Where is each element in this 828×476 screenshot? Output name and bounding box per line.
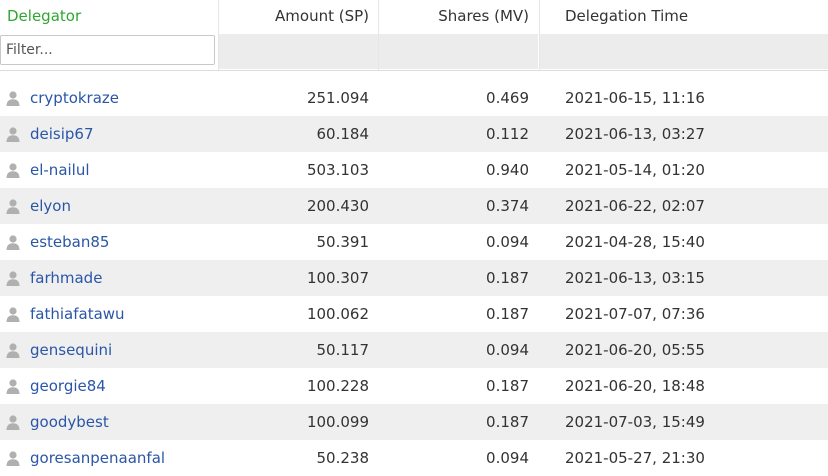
delegator-link[interactable]: farhmade — [30, 260, 102, 296]
delegation-table: Delegator Amount (SP) Shares (MV) Delega… — [0, 0, 828, 471]
amount-value: 100.307 — [306, 269, 369, 287]
filter-row — [0, 33, 828, 70]
amount-value: 100.062 — [306, 305, 369, 323]
amount-value: 100.228 — [306, 377, 369, 395]
user-icon — [6, 199, 20, 214]
delegator-link[interactable]: deisip67 — [30, 116, 94, 152]
shares-value: 0.112 — [486, 125, 529, 143]
table-row: gensequini 50.117 0.094 2021-06-20, 05:5… — [0, 332, 828, 368]
column-divider — [378, 0, 379, 70]
user-icon — [6, 451, 20, 466]
column-header-time[interactable]: Delegation Time — [565, 0, 688, 33]
shares-value: 0.187 — [486, 269, 529, 287]
table-row: farhmade 100.307 0.187 2021-06-13, 03:15 — [0, 260, 828, 296]
delegation-time: 2021-06-20, 05:55 — [565, 341, 705, 359]
user-icon — [6, 415, 20, 430]
delegator-link[interactable]: esteban85 — [30, 224, 109, 260]
table-row: elyon 200.430 0.374 2021-06-22, 02:07 — [0, 188, 828, 224]
table-row: cryptokraze 251.094 0.469 2021-06-15, 11… — [0, 80, 828, 116]
delegation-time: 2021-06-13, 03:27 — [565, 125, 705, 143]
column-header-shares[interactable]: Shares (MV) — [379, 0, 529, 33]
amount-value: 503.103 — [306, 161, 369, 179]
user-icon — [6, 343, 20, 358]
delegator-link[interactable]: goodybest — [30, 404, 109, 440]
amount-value: 50.391 — [316, 233, 370, 251]
table-row: esteban85 50.391 0.094 2021-04-28, 15:40 — [0, 224, 828, 260]
user-icon — [6, 127, 20, 142]
delegation-time: 2021-07-03, 15:49 — [565, 413, 705, 431]
amount-value: 200.430 — [306, 197, 369, 215]
delegator-link[interactable]: el-nailul — [30, 152, 90, 188]
delegation-time: 2021-06-22, 02:07 — [565, 197, 705, 215]
delegation-time: 2021-07-07, 07:36 — [565, 305, 705, 323]
filter-input[interactable] — [0, 35, 215, 65]
column-divider — [539, 0, 540, 70]
user-icon — [6, 307, 20, 322]
delegation-time: 2021-05-14, 01:20 — [565, 161, 705, 179]
amount-value: 251.094 — [306, 89, 369, 107]
table-row: el-nailul 503.103 0.940 2021-05-14, 01:2… — [0, 152, 828, 188]
user-icon — [6, 91, 20, 106]
delegation-time: 2021-06-13, 03:15 — [565, 269, 705, 287]
amount-value: 60.184 — [316, 125, 370, 143]
filter-cell-time — [540, 34, 828, 69]
header-divider — [0, 70, 828, 71]
shares-value: 0.374 — [486, 197, 529, 215]
shares-value: 0.187 — [486, 413, 529, 431]
table-row: goodybest 100.099 0.187 2021-07-03, 15:4… — [0, 404, 828, 440]
table-row: fathiafatawu 100.062 0.187 2021-07-07, 0… — [0, 296, 828, 332]
delegator-link[interactable]: georgie84 — [30, 368, 106, 404]
delegator-link[interactable]: elyon — [30, 188, 71, 224]
filter-cell-shares — [379, 34, 538, 69]
shares-value: 0.187 — [486, 305, 529, 323]
delegation-time: 2021-06-20, 18:48 — [565, 377, 705, 395]
shares-value: 0.469 — [486, 89, 529, 107]
amount-value: 100.099 — [306, 413, 369, 431]
column-divider — [218, 0, 219, 70]
table-header: Delegator Amount (SP) Shares (MV) Delega… — [0, 0, 828, 34]
delegator-link[interactable]: gensequini — [30, 332, 112, 368]
filter-cell-amount — [219, 34, 378, 69]
column-header-amount[interactable]: Amount (SP) — [219, 0, 369, 33]
user-icon — [6, 163, 20, 178]
delegator-link[interactable]: cryptokraze — [30, 80, 119, 116]
shares-value: 0.094 — [486, 341, 529, 359]
table-row: georgie84 100.228 0.187 2021-06-20, 18:4… — [0, 368, 828, 404]
user-icon — [6, 271, 20, 286]
shares-value: 0.187 — [486, 377, 529, 395]
user-icon — [6, 235, 20, 250]
shares-value: 0.940 — [486, 161, 529, 179]
table-row: deisip67 60.184 0.112 2021-06-13, 03:27 — [0, 116, 828, 152]
column-header-delegator[interactable]: Delegator — [7, 0, 81, 33]
user-icon — [6, 379, 20, 394]
delegation-time: 2021-06-15, 11:16 — [565, 89, 705, 107]
delegation-time: 2021-04-28, 15:40 — [565, 233, 705, 251]
shares-value: 0.094 — [486, 233, 529, 251]
table-body: cryptokraze 251.094 0.469 2021-06-15, 11… — [0, 80, 828, 476]
amount-value: 50.117 — [316, 341, 370, 359]
delegator-link[interactable]: fathiafatawu — [30, 296, 125, 332]
